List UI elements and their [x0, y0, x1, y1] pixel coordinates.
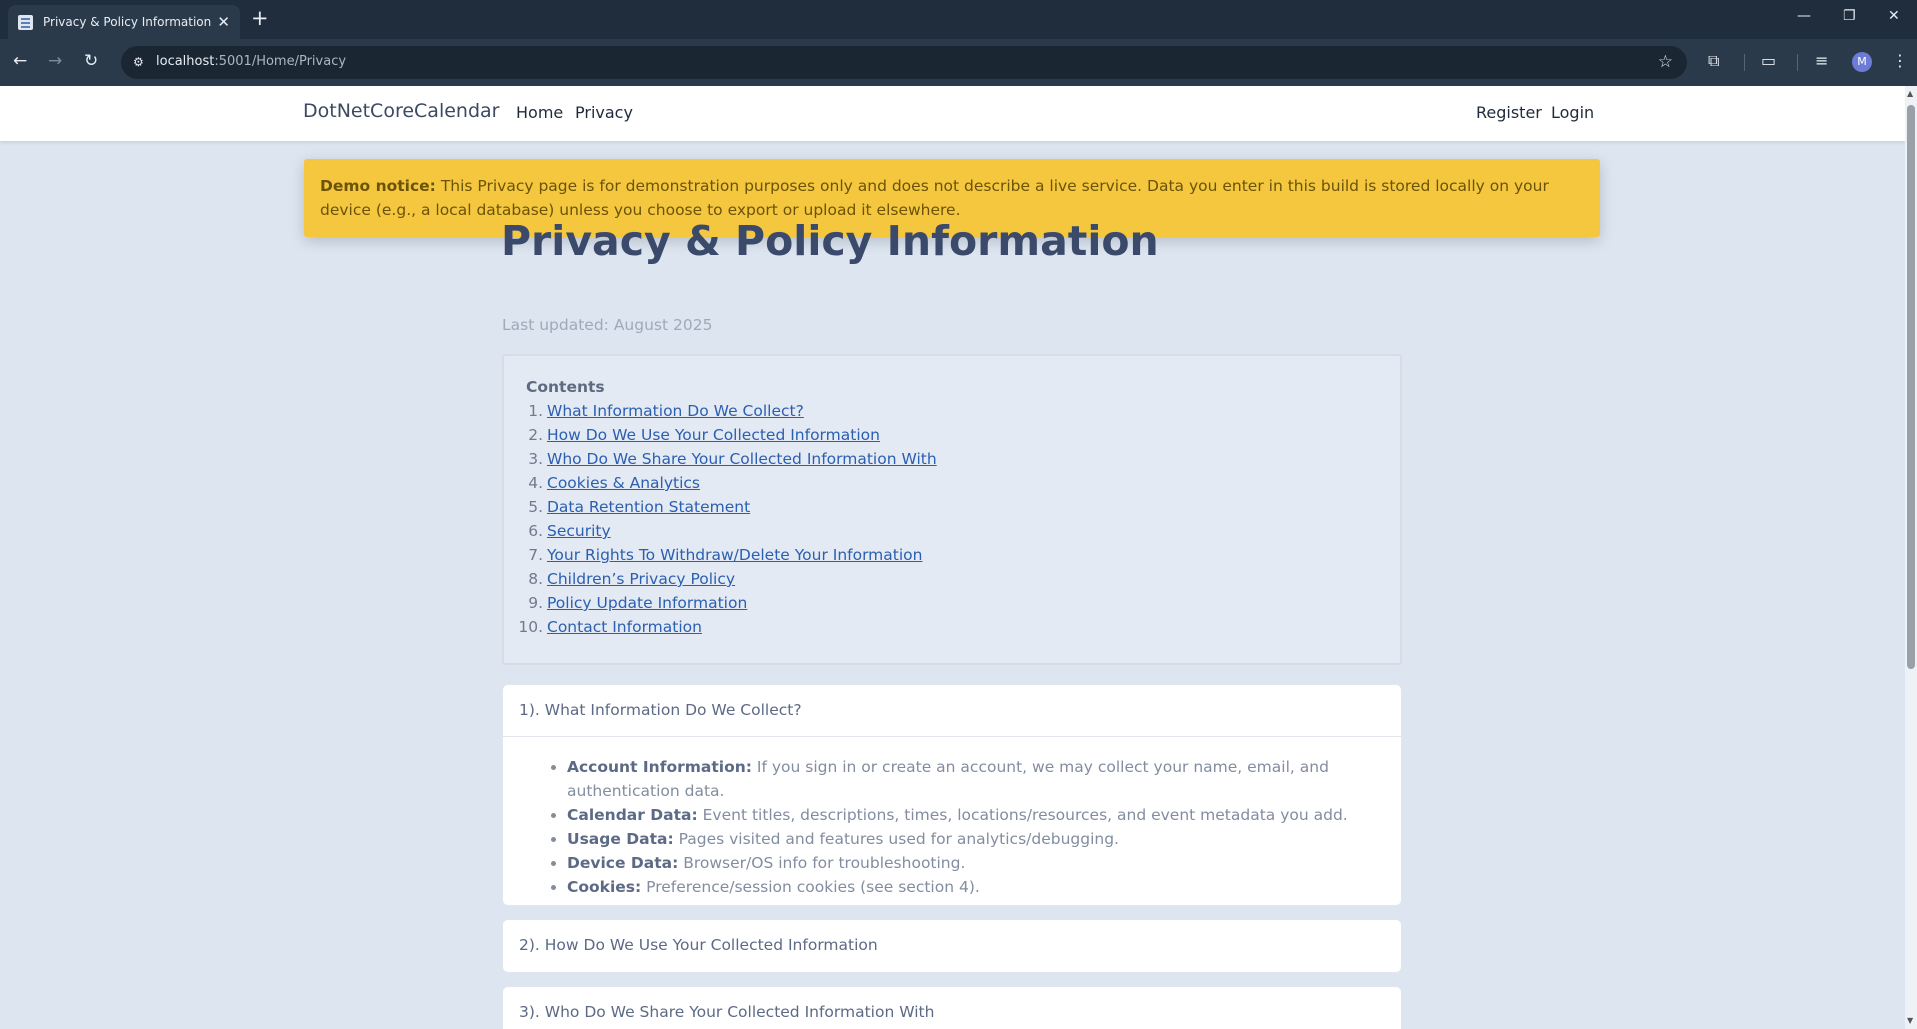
toc-item: 8. Children’s Privacy Policy	[526, 567, 1378, 591]
toc-link-children[interactable]: Children’s Privacy Policy	[547, 570, 735, 588]
section-header-use[interactable]: 2). How Do We Use Your Collected Informa…	[503, 920, 1401, 972]
toc-number: 8.	[528, 570, 543, 588]
demo-notice-text: This Privacy page is for demonstration p…	[320, 177, 1549, 219]
minimize-icon[interactable]: —	[1797, 8, 1811, 24]
item-label: Account Information:	[567, 758, 752, 776]
toc-link-security[interactable]: Security	[547, 522, 611, 540]
nav-home[interactable]: Home	[516, 103, 563, 122]
site-info-icon[interactable]: ⚙	[133, 55, 147, 69]
browser-menu-icon[interactable]: ⋮	[1892, 51, 1908, 70]
page-scrollbar[interactable]: ▲ ▼	[1905, 86, 1917, 1029]
toc-number: 4.	[528, 474, 543, 492]
toc-number: 9.	[528, 594, 543, 612]
toc-link-retention[interactable]: Data Retention Statement	[547, 498, 750, 516]
toc-item: 9. Policy Update Information	[526, 591, 1378, 615]
collect-list: Account Information: If you sign in or c…	[519, 755, 1385, 899]
back-icon[interactable]: ←	[13, 51, 27, 71]
toc-item: 5. Data Retention Statement	[526, 495, 1378, 519]
toc-link-cookies[interactable]: Cookies & Analytics	[547, 474, 700, 492]
toc-item: 1. What Information Do We Collect?	[526, 399, 1378, 423]
toc-number: 6.	[528, 522, 543, 540]
restore-icon[interactable]: ❐	[1843, 8, 1856, 24]
browser-toolbar: ← → ↻ ⚙ localhost:5001/Home/Privacy ☆ ⧉ …	[0, 39, 1917, 86]
reload-icon[interactable]: ↻	[84, 51, 98, 71]
item-label: Usage Data:	[567, 830, 674, 848]
toc-number: 7.	[528, 546, 543, 564]
section-card-share: 3). Who Do We Share Your Collected Infor…	[502, 986, 1402, 1029]
item-label: Calendar Data:	[567, 806, 698, 824]
scroll-down-icon[interactable]: ▼	[1907, 1016, 1913, 1025]
toc-number: 5.	[528, 498, 543, 516]
section-header-share[interactable]: 3). Who Do We Share Your Collected Infor…	[503, 987, 1401, 1029]
toc-item: 2. How Do We Use Your Collected Informati…	[526, 423, 1378, 447]
page-title: Privacy & Policy Information	[501, 217, 1159, 265]
toc-item: 7. Your Rights To Withdraw/Delete Your In…	[526, 543, 1378, 567]
nav-login[interactable]: Login	[1551, 103, 1594, 122]
toc-number: 1.	[528, 402, 543, 420]
toc-number: 3.	[528, 450, 543, 468]
close-tab-icon[interactable]: ✕	[217, 13, 230, 31]
extensions-icon[interactable]: ⧉	[1708, 51, 1719, 71]
toc-item: 6. Security	[526, 519, 1378, 543]
toc-item: 3. Who Do We Share Your Collected Informa…	[526, 447, 1378, 471]
toc-link-share[interactable]: Who Do We Share Your Collected Informati…	[547, 450, 937, 468]
toc-link-collect[interactable]: What Information Do We Collect?	[547, 402, 804, 420]
toc-link-updates[interactable]: Policy Update Information	[547, 594, 747, 612]
toc-item: 4. Cookies & Analytics	[526, 471, 1378, 495]
new-tab-button[interactable]: +	[251, 6, 269, 30]
browser-tab-bar: Privacy & Policy Information - D ✕ + — ❐…	[0, 0, 1917, 39]
brand-link[interactable]: DotNetCoreCalendar	[303, 100, 499, 122]
profile-avatar[interactable]: M	[1852, 52, 1872, 72]
list-item: Account Information: If you sign in or c…	[567, 755, 1385, 803]
section-card-use: 2). How Do We Use Your Collected Informa…	[502, 919, 1402, 973]
toolbar-divider	[1797, 54, 1798, 71]
nav-privacy[interactable]: Privacy	[575, 103, 633, 122]
page-viewport: DotNetCoreCalendar Home Privacy Register…	[0, 86, 1905, 1029]
scrollbar-thumb[interactable]	[1907, 105, 1915, 669]
section-card-collect: 1). What Information Do We Collect? Acco…	[502, 684, 1402, 906]
toc-link-rights[interactable]: Your Rights To Withdraw/Delete Your Info…	[547, 546, 922, 564]
url-text: localhost:5001/Home/Privacy	[156, 54, 346, 69]
toc-link-use[interactable]: How Do We Use Your Collected Information	[547, 426, 880, 444]
toc-heading: Contents	[526, 378, 605, 396]
screen-search-icon[interactable]: ▭	[1761, 51, 1776, 70]
item-text: Event titles, descriptions, times, locat…	[697, 806, 1348, 824]
list-item: Cookies: Preference/session cookies (see…	[567, 875, 1385, 899]
toc-number: 10.	[518, 618, 543, 636]
toc-link-contact[interactable]: Contact Information	[547, 618, 702, 636]
browser-tab[interactable]: Privacy & Policy Information - D ✕	[8, 5, 240, 39]
last-updated: Last updated: August 2025	[502, 316, 713, 334]
list-item: Device Data: Browser/OS info for trouble…	[567, 851, 1385, 875]
item-text: Pages visited and features used for anal…	[673, 830, 1119, 848]
item-label: Cookies:	[567, 878, 642, 896]
list-item: Calendar Data: Event titles, description…	[567, 803, 1385, 827]
item-label: Device Data:	[567, 854, 679, 872]
url-path: :5001/Home/Privacy	[214, 54, 347, 69]
scroll-up-icon[interactable]: ▲	[1907, 89, 1913, 98]
item-text: Browser/OS info for troubleshooting.	[678, 854, 966, 872]
close-window-icon[interactable]: ✕	[1888, 8, 1900, 24]
page-favicon-icon	[18, 14, 33, 30]
address-bar[interactable]: ⚙ localhost:5001/Home/Privacy ☆	[121, 46, 1687, 79]
table-of-contents: Contents 1. What Information Do We Collec…	[502, 354, 1402, 665]
tab-title: Privacy & Policy Information - D	[43, 15, 212, 29]
nav-register[interactable]: Register	[1476, 103, 1542, 122]
media-controls-icon[interactable]: ≡	[1815, 51, 1828, 70]
item-text: Preference/session cookies (see section …	[641, 878, 980, 896]
url-host: localhost	[156, 54, 215, 69]
list-item: Usage Data: Pages visited and features u…	[567, 827, 1385, 851]
site-navbar: DotNetCoreCalendar Home Privacy Register…	[0, 86, 1905, 141]
toc-number: 2.	[528, 426, 543, 444]
section-body-collect: Account Information: If you sign in or c…	[503, 737, 1401, 919]
toc-item: 10. Contact Information	[518, 615, 1378, 639]
forward-icon[interactable]: →	[48, 51, 62, 71]
toolbar-divider	[1744, 54, 1745, 71]
bookmark-star-icon[interactable]: ☆	[1658, 52, 1673, 72]
demo-notice-label: Demo notice:	[320, 177, 436, 195]
toc-list: 1. What Information Do We Collect? 2. How …	[518, 399, 1378, 639]
section-header-collect[interactable]: 1). What Information Do We Collect?	[503, 685, 1401, 737]
